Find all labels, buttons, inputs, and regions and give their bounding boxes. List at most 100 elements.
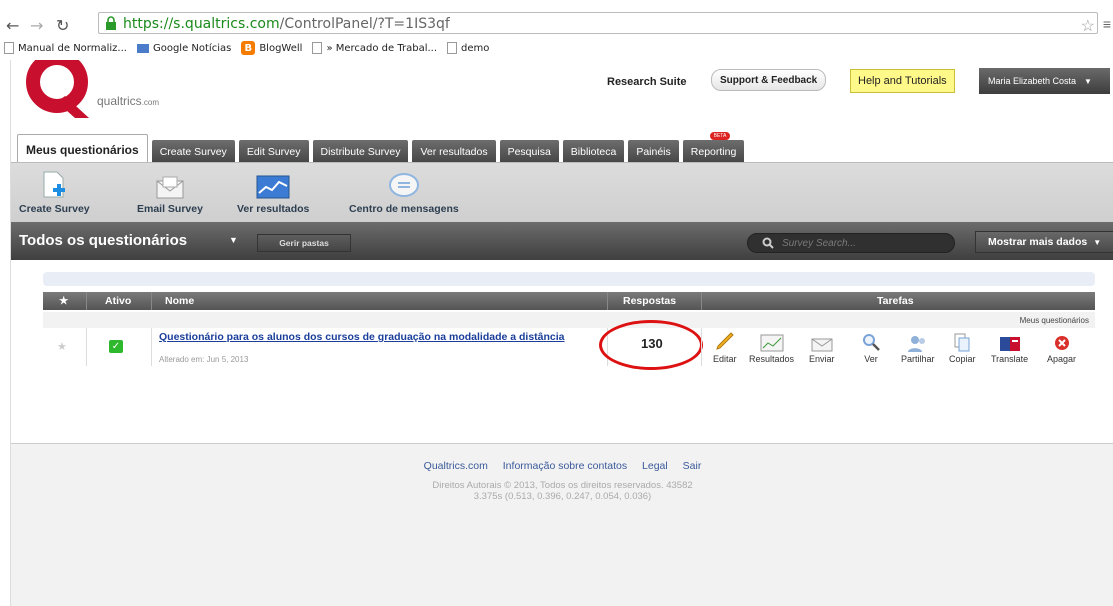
- editar-task[interactable]: Editar: [713, 328, 737, 364]
- resultados-task[interactable]: Resultados: [749, 328, 794, 364]
- tab-reporting[interactable]: Reporting BETA: [682, 132, 745, 164]
- ver-resultados-tool[interactable]: Ver resultados: [237, 171, 309, 215]
- bookmark-label: demo: [461, 42, 490, 54]
- beta-badge: BETA: [709, 132, 731, 140]
- tab-meus-questionarios[interactable]: Meus questionários: [17, 134, 148, 164]
- partilhar-task[interactable]: Partilhar: [901, 328, 935, 364]
- bookmark-item[interactable]: B BlogWell: [241, 41, 302, 55]
- table-row: ★ ✓ Questionário para os alunos dos curs…: [43, 320, 1095, 370]
- research-suite-link[interactable]: Research Suite: [607, 76, 686, 88]
- tab-edit-survey[interactable]: Edit Survey: [238, 140, 309, 164]
- page-icon: [4, 42, 14, 54]
- bookmark-item[interactable]: demo: [447, 42, 489, 54]
- star-column-header[interactable]: ★: [59, 295, 68, 307]
- ver-task[interactable]: Ver: [861, 328, 881, 364]
- bookmark-item[interactable]: Google Notícias: [136, 42, 232, 54]
- tab-label: Reporting: [690, 146, 737, 158]
- support-feedback-button[interactable]: Support & Feedback: [711, 69, 827, 91]
- task-label: Partilhar: [901, 354, 935, 364]
- active-checkbox[interactable]: ✓: [109, 340, 123, 353]
- centro-mensagens-tool[interactable]: Centro de mensagens: [349, 171, 459, 215]
- task-label: Translate: [991, 354, 1029, 364]
- users-icon: [907, 336, 925, 352]
- url-domain: https://s.qualtrics.com: [123, 16, 280, 32]
- create-survey-tool[interactable]: Create Survey: [19, 171, 90, 215]
- footer-link-qualtrics[interactable]: Qualtrics.com: [424, 460, 488, 472]
- bookmark-item[interactable]: » Mercado de Trabal...: [312, 42, 437, 54]
- forward-icon[interactable]: →: [30, 16, 43, 35]
- tab-paineis[interactable]: Painéis: [628, 140, 679, 164]
- tab-pesquisa[interactable]: Pesquisa: [499, 140, 559, 164]
- url-bar[interactable]: https://s.qualtrics.com/ControlPanel/?T=…: [98, 12, 1098, 34]
- footer-links: Qualtrics.com Informação sobre contatos …: [11, 460, 1113, 472]
- red-highlight-circle: [599, 320, 703, 370]
- bookmark-label: Manual de Normaliz...: [18, 42, 127, 54]
- divider: [701, 292, 702, 310]
- divider: [607, 292, 608, 310]
- help-tutorials-button[interactable]: Help and Tutorials: [850, 69, 955, 93]
- bookmark-item[interactable]: Manual de Normaliz...: [4, 42, 127, 54]
- caret-down-icon: ▼: [1084, 76, 1092, 86]
- bookmarks-bar: Manual de Normaliz... Google Notícias BB…: [0, 38, 1113, 58]
- tool-label: Email Survey: [137, 203, 203, 215]
- chart-icon: [256, 175, 290, 199]
- tab-create-survey[interactable]: Create Survey: [151, 140, 235, 164]
- user-menu-button[interactable]: Maria Elizabeth Costa ▼: [979, 68, 1110, 94]
- task-label: Editar: [713, 354, 737, 364]
- chart-icon: [760, 334, 784, 352]
- respostas-column-header[interactable]: Respostas: [623, 295, 676, 307]
- survey-name-link[interactable]: Questionário para os alunos dos cursos d…: [159, 332, 579, 343]
- gerir-pastas-button[interactable]: Gerir pastas: [257, 234, 351, 252]
- pencil-icon: [715, 332, 734, 350]
- qualtrics-app: qualtrics.com Research Suite Support & F…: [10, 60, 1113, 606]
- copiar-task[interactable]: Copiar: [949, 328, 976, 364]
- tab-biblioteca[interactable]: Biblioteca: [562, 140, 625, 164]
- speech-bubble-icon: [388, 173, 419, 197]
- ativo-column-header[interactable]: Ativo: [105, 295, 131, 307]
- new-document-icon: [43, 171, 66, 198]
- apagar-task[interactable]: Apagar: [1047, 328, 1076, 364]
- divider: [701, 328, 702, 366]
- main-tabs: Meus questionários Create Survey Edit Su…: [17, 132, 745, 164]
- survey-search-input[interactable]: Survey Search...: [747, 233, 955, 253]
- task-label: Copiar: [949, 354, 976, 364]
- user-name: Maria Elizabeth Costa: [988, 76, 1077, 86]
- logo-suffix: .com: [141, 98, 160, 107]
- bookmark-label: » Mercado de Trabal...: [326, 42, 438, 54]
- tool-label: Ver resultados: [237, 203, 310, 215]
- search-icon: [762, 237, 774, 249]
- url-text: https://s.qualtrics.com/ControlPanel/?T=…: [123, 16, 450, 32]
- folder-title[interactable]: Todos os questionários: [19, 232, 187, 249]
- table-header: ★ Ativo Nome Respostas Tarefas: [43, 292, 1095, 310]
- footer-link-legal[interactable]: Legal: [642, 460, 668, 472]
- qualtrics-logo-icon[interactable]: [23, 60, 93, 120]
- address-bar-row: ← → ↻ https://s.qualtrics.com/ControlPan…: [0, 0, 1113, 40]
- bookmark-star-icon[interactable]: ☆: [1081, 16, 1095, 36]
- footer-link-sair[interactable]: Sair: [683, 460, 702, 472]
- bookmark-label: Google Notícias: [152, 42, 232, 54]
- mostrar-mais-dados-button[interactable]: Mostrar mais dados ▼: [975, 231, 1113, 253]
- task-label: Enviar: [809, 354, 835, 364]
- reload-icon[interactable]: ↻: [56, 16, 69, 35]
- logo-wordmark: qualtrics.com: [97, 94, 159, 108]
- translate-task[interactable]: Translate: [991, 328, 1028, 364]
- news-icon: [136, 43, 149, 53]
- copy-icon: [954, 333, 970, 352]
- enviar-task[interactable]: Enviar: [809, 328, 835, 364]
- divider: [86, 328, 87, 366]
- tab-ver-resultados[interactable]: Ver resultados: [412, 140, 496, 164]
- caret-down-icon[interactable]: ▼: [229, 235, 238, 245]
- folder-subrow: Meus questionários: [43, 312, 1095, 328]
- footer: Qualtrics.com Informação sobre contatos …: [11, 444, 1113, 606]
- tab-distribute-survey[interactable]: Distribute Survey: [312, 140, 409, 164]
- footer-link-contatos[interactable]: Informação sobre contatos: [503, 460, 627, 472]
- search-placeholder: Survey Search...: [782, 238, 856, 249]
- favorite-star-icon[interactable]: ★: [57, 340, 67, 353]
- magnifier-icon: [863, 334, 880, 351]
- blogger-icon: B: [241, 41, 256, 55]
- nome-column-header[interactable]: Nome: [165, 295, 194, 307]
- email-survey-tool[interactable]: Email Survey: [137, 171, 203, 215]
- tool-label: Centro de mensagens: [349, 203, 459, 215]
- menu-icon[interactable]: ≡: [1103, 16, 1111, 32]
- back-icon[interactable]: ←: [6, 16, 19, 35]
